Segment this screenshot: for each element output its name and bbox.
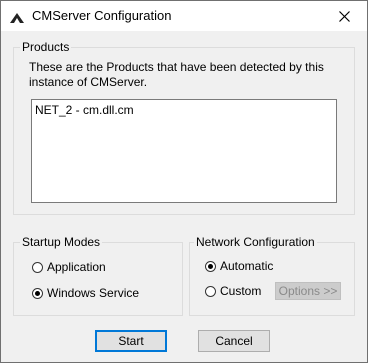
products-description: These are the Products that have been de… xyxy=(29,60,324,89)
windows-service-label[interactable]: Windows Service xyxy=(47,286,139,300)
automatic-radio[interactable] xyxy=(205,260,216,272)
startup-modes-group: Startup Modes Application Windows Servic… xyxy=(13,235,183,316)
network-configuration-group: Network Configuration Automatic Custom O… xyxy=(189,235,355,316)
cancel-button[interactable]: Cancel xyxy=(198,330,270,352)
custom-radio[interactable] xyxy=(205,285,216,297)
startup-modes-legend: Startup Modes xyxy=(20,235,103,250)
products-listbox[interactable]: NET_2 - cm.dll.cm xyxy=(31,99,337,203)
products-group: Products These are the Products that hav… xyxy=(13,40,355,215)
automatic-label[interactable]: Automatic xyxy=(220,259,273,273)
custom-label[interactable]: Custom xyxy=(220,284,261,298)
application-radio[interactable] xyxy=(32,261,43,273)
custom-option[interactable]: Custom xyxy=(205,284,261,298)
start-button[interactable]: Start xyxy=(95,330,167,352)
app-icon xyxy=(9,10,25,26)
automatic-option[interactable]: Automatic xyxy=(205,259,273,273)
close-icon[interactable] xyxy=(338,10,350,22)
close-button[interactable] xyxy=(321,1,367,31)
products-legend: Products xyxy=(20,40,72,55)
title-bar: CMServer Configuration xyxy=(1,1,367,31)
network-configuration-legend: Network Configuration xyxy=(194,235,317,250)
window-title: CMServer Configuration xyxy=(32,8,172,23)
application-label[interactable]: Application xyxy=(47,260,106,274)
dialog-window: CMServer Configuration Products These ar… xyxy=(0,0,368,363)
options-button[interactable]: Options >> xyxy=(275,282,341,300)
windows-service-option[interactable]: Windows Service xyxy=(32,286,139,300)
windows-service-radio[interactable] xyxy=(32,287,43,299)
list-item[interactable]: NET_2 - cm.dll.cm xyxy=(35,103,134,117)
application-option[interactable]: Application xyxy=(32,260,106,274)
